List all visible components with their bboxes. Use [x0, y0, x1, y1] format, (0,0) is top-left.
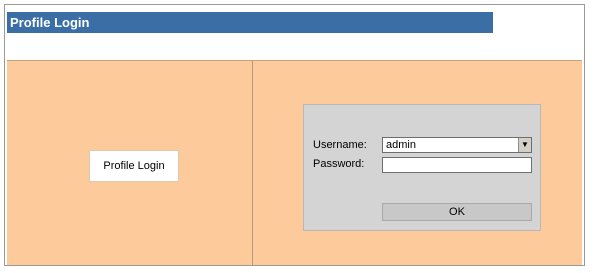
profile-login-label: Profile Login — [89, 150, 179, 182]
username-select[interactable]: admin ▼ — [382, 137, 532, 153]
password-field[interactable] — [382, 157, 532, 173]
username-select-value: admin — [386, 139, 416, 151]
username-label: Username: — [313, 139, 367, 151]
content-area: Profile Login Username: admin ▼ Password… — [7, 60, 582, 265]
login-panel: Username: admin ▼ Password: OK — [303, 104, 541, 231]
password-label: Password: — [313, 158, 365, 170]
profile-login-page: Profile Login Profile Login Username: ad… — [0, 0, 595, 273]
ok-button[interactable]: OK — [382, 203, 532, 221]
chevron-down-icon[interactable]: ▼ — [518, 138, 531, 152]
page-title: Profile Login — [7, 12, 493, 33]
left-pane: Profile Login — [7, 61, 253, 265]
